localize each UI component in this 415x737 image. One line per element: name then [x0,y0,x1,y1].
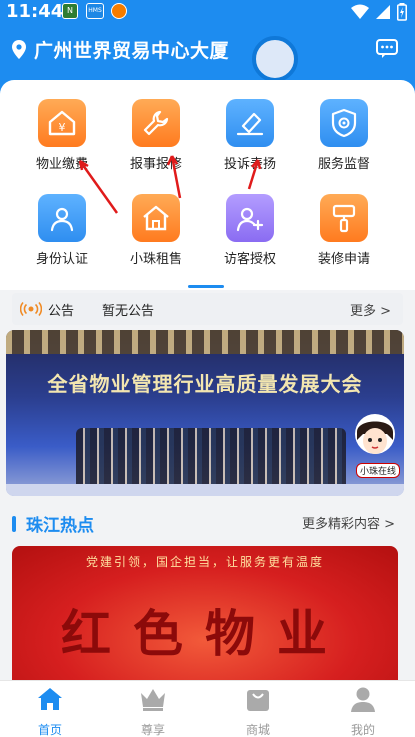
profile-icon [351,687,375,712]
page-indicator [188,285,224,288]
location-selector[interactable]: 广州世界贸易中心大厦 [12,36,229,63]
news-banner[interactable]: 党建引领，国企担当，让服务更有温度 红色物业 [12,546,398,681]
banner-title: 全省物业管理行业高质量发展大会 [47,372,363,396]
notice-more-link[interactable]: 更多 > [350,300,391,319]
service-label: 投诉表扬 [223,157,276,172]
status-time: 11:44 [6,1,64,22]
bottom-tab-bar: 首页 尊享 商城 我的 [0,680,415,737]
tab-label: 首页 [37,723,62,737]
mascot-tag[interactable]: 小珠在线 [355,463,400,478]
tab-shop[interactable]: 商城 [208,685,308,737]
service-label: 访客授权 [223,252,276,267]
service-label: 小珠租售 [129,252,182,267]
wifi-icon [351,4,369,19]
notice-bar[interactable]: 公告 暂无公告 更多 > [12,293,403,325]
status-bar: 11:44 N HMS [0,0,415,24]
crown-icon [141,689,165,711]
svg-text:¥: ¥ [59,121,66,134]
service-decoration[interactable]: 装修申请 [299,194,389,267]
tab-home[interactable]: 首页 [0,685,100,737]
service-label: 物业缴费 [35,157,88,172]
service-repair[interactable]: 报事报修 [111,99,201,172]
rent-sell-house-icon [132,194,180,242]
stage-floor [6,484,404,496]
app-icon [111,3,127,19]
message-icon[interactable] [376,39,398,59]
notice-text: 暂无公告 [102,303,155,319]
stage-lights [6,330,404,354]
tab-premium[interactable]: 尊享 [103,685,203,737]
event-banner[interactable]: 全省物业管理行业高质量发展大会 小珠在线 [6,330,404,496]
n-icon: N [62,3,78,19]
floating-avatar[interactable] [252,36,298,82]
hot-section-title: 珠江热点 [12,511,94,536]
hms-icon: HMS [86,3,104,19]
service-label: 身份认证 [35,252,88,267]
repair-wrench-icon [132,99,180,147]
visitor-authorize-icon [226,194,274,242]
group-photo [76,428,346,486]
notice-label: 公告 [48,303,75,319]
identity-verify-icon [38,194,86,242]
hot-section-text: 珠江热点 [26,516,94,536]
shop-bag-icon [247,690,269,711]
location-text: 广州世界贸易中心大厦 [34,40,230,62]
complaint-praise-icon [226,99,274,147]
more-content-link[interactable]: 更多精彩内容 > [302,513,395,532]
title-accent-bar [12,515,16,532]
broadcast-icon [20,302,42,316]
property-fee-icon: ¥ [38,99,86,147]
decoration-brush-icon [320,194,368,242]
location-pin-icon [12,40,26,59]
tab-label: 尊享 [140,723,165,737]
services-card: ¥ 物业缴费 报事报修 投诉表扬 服务监督 身份认证 小珠租售 访客授权 装修申… [0,80,415,290]
tab-label: 商城 [245,723,270,737]
service-label: 装修申请 [317,252,370,267]
service-complaint[interactable]: 投诉表扬 [205,99,295,172]
news-headline: 红色物业 [61,604,349,663]
service-label: 报事报修 [129,157,182,172]
tab-label: 我的 [350,723,375,737]
mascot-avatar-icon[interactable] [352,410,398,466]
tab-profile[interactable]: 我的 [313,685,413,737]
service-label: 服务监督 [317,157,370,172]
home-icon [38,688,62,710]
service-rent-sell[interactable]: 小珠租售 [111,194,201,267]
signal-icon [376,5,390,19]
battery-icon [397,3,407,21]
service-identity[interactable]: 身份认证 [17,194,107,267]
news-slogan: 党建引领，国企担当，让服务更有温度 [85,555,324,569]
service-visitor[interactable]: 访客授权 [205,194,295,267]
service-supervision-icon [320,99,368,147]
service-property-fee[interactable]: ¥ 物业缴费 [17,99,107,172]
service-supervision[interactable]: 服务监督 [299,99,389,172]
